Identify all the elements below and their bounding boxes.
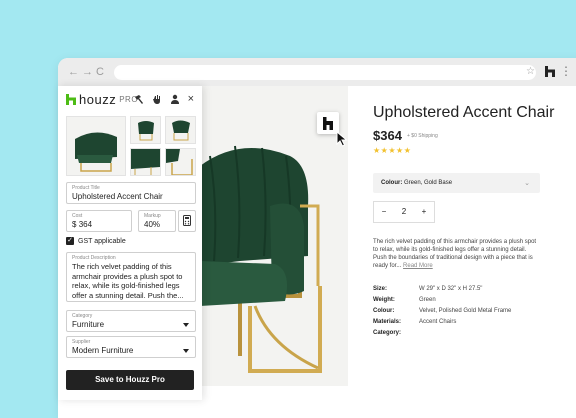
shipping-note: + $0 Shipping — [407, 133, 438, 139]
colour-select[interactable]: Colour: Green, Gold Base ⌄ — [373, 173, 540, 193]
caret-down-icon — [183, 323, 189, 327]
rating-stars: ★★★★★ — [373, 146, 412, 155]
product-description-field[interactable]: Product Description The rich velvet padd… — [66, 252, 196, 302]
checkbox-checked-icon: ✓ — [66, 237, 74, 245]
supplier-select[interactable]: Supplier Modern Furniture — [66, 336, 196, 358]
chair-thumb-image — [138, 121, 154, 141]
hammer-icon[interactable] — [134, 94, 144, 104]
browser-menu-icon[interactable]: ⋮ — [560, 65, 572, 77]
spec-row: Category: — [373, 330, 402, 336]
back-icon[interactable]: ← — [68, 66, 79, 78]
qty-value[interactable]: 2 — [394, 202, 414, 222]
hand-icon[interactable] — [152, 94, 162, 104]
read-more-link[interactable]: Read More — [403, 263, 433, 269]
chair-thumb-image — [166, 149, 193, 176]
product-price: $364 — [373, 128, 402, 143]
caret-down-icon — [183, 349, 189, 353]
spec-row: Colour: Velvet, Polished Gold Metal Frame — [373, 308, 512, 314]
colour-select-label: Colour: Green, Gold Base — [381, 180, 453, 186]
product-title: Upholstered Accent Chair — [373, 104, 555, 121]
spec-row: Size: W 29" x D 32" x H 27.5" — [373, 286, 483, 292]
calculator-icon — [183, 215, 191, 226]
product-description: The rich velvet padding of this armchair… — [373, 239, 537, 269]
product-title-field[interactable]: Product Title Upholstered Accent Chair — [66, 182, 196, 204]
gst-checkbox[interactable]: ✓ GST applicable — [66, 237, 126, 245]
category-select[interactable]: Category Furniture — [66, 310, 196, 332]
user-icon[interactable] — [170, 94, 180, 104]
qty-decrement-button[interactable]: − — [374, 202, 394, 222]
houzz-h-icon — [66, 94, 76, 105]
chair-thumb-image — [131, 149, 160, 175]
thumbnail-5[interactable] — [165, 148, 196, 176]
bookmark-star-icon[interactable]: ☆ — [526, 66, 535, 77]
browser-toolbar: ← → C ☆ ⋮ — [58, 58, 576, 86]
chair-thumb-image — [75, 132, 117, 172]
mouse-cursor-icon — [336, 131, 348, 147]
quantity-stepper[interactable]: − 2 + — [373, 201, 435, 223]
image-thumbnails — [66, 116, 196, 176]
qty-increment-button[interactable]: + — [414, 202, 434, 222]
houzz-pro-logo: houzz PRO — [66, 92, 138, 107]
cost-field[interactable]: Cost $ 364 — [66, 210, 132, 232]
thumbnail-main[interactable] — [66, 116, 126, 176]
thumbnail-3[interactable] — [165, 116, 196, 144]
thumbnail-2[interactable] — [130, 116, 161, 144]
reload-icon[interactable]: C — [96, 66, 104, 78]
markup-field[interactable]: Markup 40% — [138, 210, 176, 232]
chevron-down-icon: ⌄ — [524, 180, 530, 187]
thumbnail-4[interactable] — [130, 148, 161, 176]
houzz-extension-icon[interactable] — [545, 66, 555, 77]
save-to-houzz-pro-button[interactable]: Save to Houzz Pro — [66, 370, 194, 390]
product-specs: Size: W 29" x D 32" x H 27.5" Weight: Gree… — [373, 286, 538, 341]
close-icon[interactable]: × — [188, 94, 194, 105]
spec-row: Materials: Accent Chairs — [373, 319, 457, 325]
panel-header-icons: × — [134, 94, 194, 105]
spec-row: Weight: Green — [373, 297, 436, 303]
forward-icon[interactable]: → — [82, 66, 93, 78]
chair-thumb-image — [172, 120, 190, 141]
calculator-button[interactable] — [178, 210, 196, 232]
address-bar[interactable] — [114, 65, 536, 80]
